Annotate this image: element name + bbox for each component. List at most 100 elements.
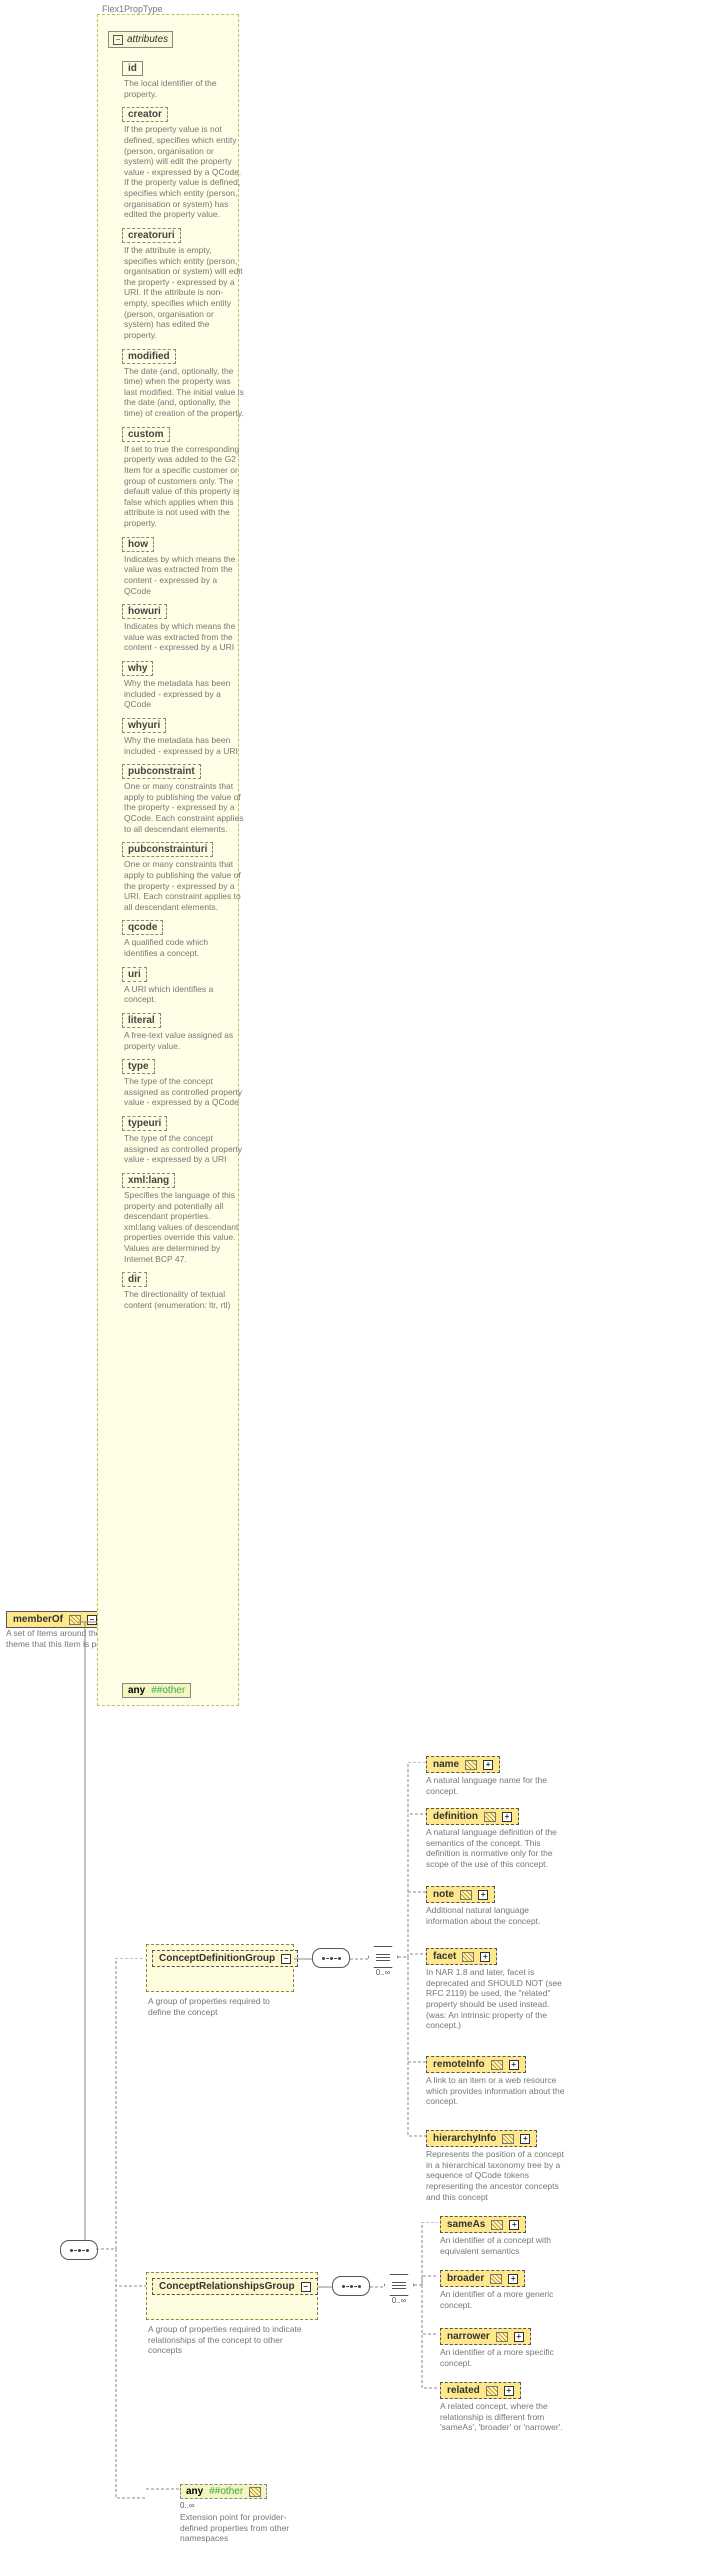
occurrence: 0..∞: [180, 2501, 310, 2510]
attribute-typeuri[interactable]: typeuri: [122, 1116, 167, 1131]
choice-node: [384, 2274, 414, 2296]
attribute-whyuri[interactable]: whyuri: [122, 718, 166, 733]
extension-any[interactable]: any ##other: [180, 2484, 267, 2499]
attribute-literal[interactable]: literal: [122, 1013, 161, 1028]
plus-icon[interactable]: +: [483, 1760, 493, 1770]
attribute-type[interactable]: type: [122, 1059, 155, 1074]
any-other-attr[interactable]: any ##other: [122, 1683, 191, 1698]
plus-icon[interactable]: +: [502, 1812, 512, 1822]
plus-icon[interactable]: +: [520, 2134, 530, 2144]
element-definition[interactable]: definition +: [426, 1808, 519, 1825]
element-label: note: [433, 1889, 454, 1900]
element-name[interactable]: name +: [426, 1756, 500, 1773]
minus-icon[interactable]: −: [281, 1954, 291, 1964]
element-label: definition: [433, 1811, 478, 1822]
plus-icon[interactable]: +: [480, 1952, 490, 1962]
bar-icon: [460, 1890, 472, 1900]
attribute-desc: The date (and, optionally, the time) whe…: [124, 366, 244, 419]
element-narrower[interactable]: narrower+: [440, 2328, 531, 2345]
sequence-node: [312, 1948, 350, 1968]
relationships-group[interactable]: ConceptRelationshipsGroup −: [152, 2278, 318, 2295]
bar-icon: [465, 1760, 477, 1770]
element-desc: An identifier of a concept with equivale…: [440, 2235, 580, 2256]
relationships-group-desc: A group of properties required to indica…: [148, 2324, 308, 2356]
element-related[interactable]: related +: [440, 2382, 521, 2399]
definition-group-desc: A group of properties required to define…: [148, 1996, 288, 2017]
element-label: name: [433, 1759, 459, 1770]
attribute-dir[interactable]: dir: [122, 1272, 147, 1287]
attribute-how[interactable]: how: [122, 537, 154, 552]
choice-node: [368, 1946, 398, 1968]
attribute-creatoruri[interactable]: creatoruri: [122, 228, 181, 243]
element-remoteInfo[interactable]: remoteInfo+: [426, 2056, 526, 2073]
attribute-desc: A URI which identifies a concept.: [124, 984, 244, 1005]
element-sameAs[interactable]: sameAs +: [440, 2216, 526, 2233]
attribute-desc: The type of the concept assigned as cont…: [124, 1133, 244, 1165]
attribute-modified[interactable]: modified: [122, 349, 176, 364]
bar-icon: [249, 2487, 261, 2497]
attribute-desc: Why the metadata has been included - exp…: [124, 735, 244, 756]
minus-icon[interactable]: −: [301, 2282, 311, 2292]
attribute-desc: One or many constraints that apply to pu…: [124, 781, 244, 834]
attributes-header[interactable]: − attributes: [108, 31, 173, 48]
attributes-label: attributes: [127, 34, 168, 45]
attribute-desc: A free-text value assigned as property v…: [124, 1030, 244, 1051]
bar-icon: [496, 2332, 508, 2342]
plus-icon[interactable]: +: [478, 1890, 488, 1900]
attribute-desc: If set to true the corresponding propert…: [124, 444, 244, 529]
plus-icon[interactable]: +: [509, 2060, 519, 2070]
attribute-howuri[interactable]: howuri: [122, 604, 167, 619]
element-desc: Additional natural language information …: [426, 1905, 566, 1926]
bar-icon: [462, 1952, 474, 1962]
attribute-desc: One or many constraints that apply to pu…: [124, 859, 244, 912]
element-label: broader: [447, 2273, 484, 2284]
sequence-node: [60, 2240, 98, 2260]
attribute-qcode[interactable]: qcode: [122, 920, 163, 935]
plus-icon[interactable]: +: [514, 2332, 524, 2342]
attribute-desc: A qualified code which identifies a conc…: [124, 937, 244, 958]
definition-group[interactable]: ConceptDefinitionGroup −: [152, 1950, 298, 1967]
sequence-node: [332, 2276, 370, 2296]
attribute-xml:lang[interactable]: xml:lang: [122, 1173, 175, 1188]
element-desc: A link to an item or a web resource whic…: [426, 2075, 566, 2107]
attribute-pubconstraint[interactable]: pubconstraint: [122, 764, 201, 779]
type-container: Flex1PropType − attributes idThe local i…: [97, 14, 239, 1706]
attribute-id[interactable]: id: [122, 61, 143, 76]
attribute-desc: If the property value is not defined, sp…: [124, 124, 244, 220]
attribute-why[interactable]: why: [122, 661, 153, 676]
element-facet[interactable]: facet+: [426, 1948, 497, 1965]
minus-icon[interactable]: −: [113, 35, 123, 45]
root-label: memberOf: [13, 1614, 63, 1625]
element-hierarchyInfo[interactable]: hierarchyInfo +: [426, 2130, 537, 2147]
element-broader[interactable]: broader +: [440, 2270, 525, 2287]
relationships-group-container: ConceptRelationshipsGroup −: [146, 2272, 318, 2320]
element-desc: A natural language name for the concept.: [426, 1775, 566, 1796]
element-label: related: [447, 2385, 480, 2396]
any-label: any: [186, 2486, 203, 2497]
plus-icon[interactable]: +: [504, 2386, 514, 2396]
attribute-desc: Specifies the language of this property …: [124, 1190, 244, 1264]
attribute-desc: Indicates by which means the value was e…: [124, 621, 244, 653]
extension-desc: Extension point for provider-defined pro…: [180, 2512, 310, 2544]
any-label: any: [128, 1685, 145, 1696]
plus-icon[interactable]: +: [509, 2220, 519, 2230]
attribute-creator[interactable]: creator: [122, 107, 168, 122]
attribute-desc: If the attribute is empty, specifies whi…: [124, 245, 244, 341]
plus-icon[interactable]: +: [508, 2274, 518, 2284]
bar-icon: [490, 2274, 502, 2284]
element-label: sameAs: [447, 2219, 485, 2230]
occurrence: 0..∞: [368, 1968, 398, 1977]
bar-icon: [484, 1812, 496, 1822]
group-label: ConceptRelationshipsGroup: [159, 2281, 295, 2292]
attribute-uri[interactable]: uri: [122, 967, 147, 982]
element-label: hierarchyInfo: [433, 2133, 496, 2144]
element-desc: An identifier of a more specific concept…: [440, 2347, 580, 2368]
attribute-desc: The type of the concept assigned as cont…: [124, 1076, 244, 1108]
type-label: Flex1PropType: [102, 4, 163, 14]
attribute-custom[interactable]: custom: [122, 427, 170, 442]
element-desc: A natural language definition of the sem…: [426, 1827, 566, 1870]
element-note[interactable]: note +: [426, 1886, 495, 1903]
any-namespace: ##other: [209, 2486, 243, 2497]
element-desc: Represents the position of a concept in …: [426, 2149, 566, 2202]
attribute-pubconstrainturi[interactable]: pubconstrainturi: [122, 842, 213, 857]
